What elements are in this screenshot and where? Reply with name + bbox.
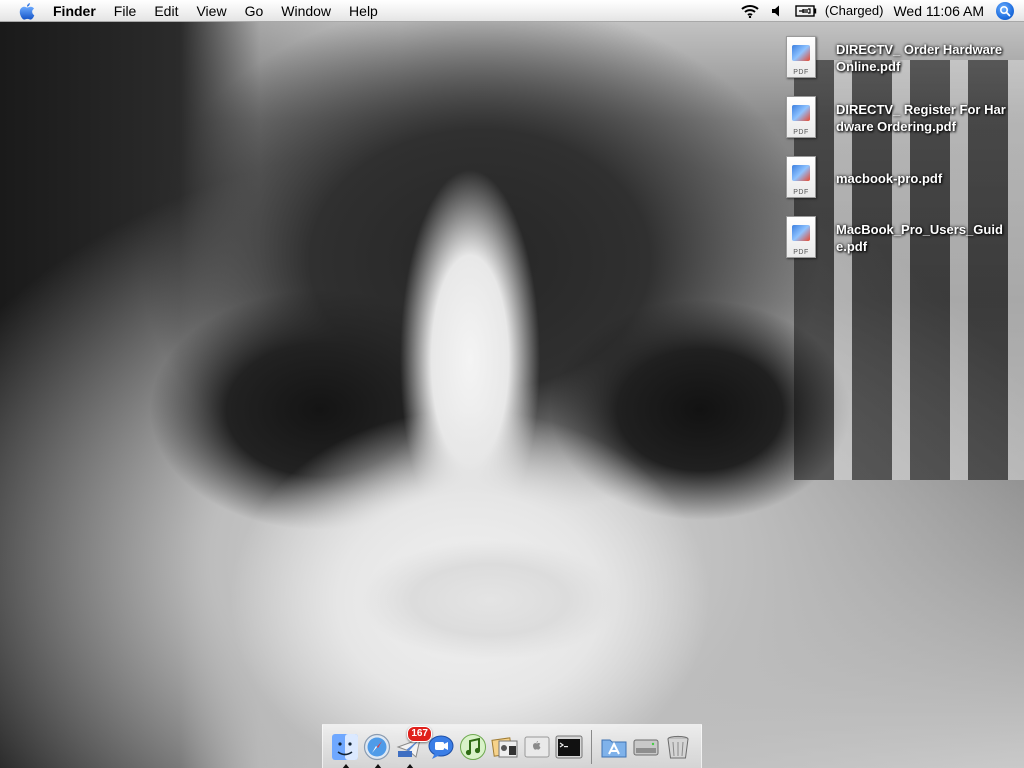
dock-bootcamp[interactable] [522, 730, 552, 764]
terminal-icon [555, 735, 583, 758]
menu-bar: Finder File Edit View Go Window Help (Ch… [0, 0, 1024, 22]
ichat-icon [428, 735, 454, 759]
file-type-label: PDF [793, 69, 809, 76]
dock: 167 [322, 724, 702, 768]
file-type-label: PDF [793, 189, 809, 196]
file-type-label: PDF [793, 249, 809, 256]
spotlight-icon[interactable] [996, 1, 1014, 20]
dock-itunes[interactable] [458, 730, 488, 764]
dock-terminal[interactable] [554, 730, 584, 764]
menu-file[interactable]: File [105, 0, 146, 22]
menu-help[interactable]: Help [340, 0, 387, 22]
dock-hard-drive[interactable] [631, 730, 661, 764]
dock-divider [591, 729, 592, 764]
pdf-file-icon: PDF [784, 96, 816, 140]
iphoto-icon [491, 736, 518, 757]
pdf-file-icon: PDF [784, 216, 816, 260]
pdf-file-icon: PDF [784, 156, 816, 200]
volume-icon[interactable] [771, 0, 783, 22]
menu-bar-status-area: (Charged) Wed 11:06 AM [735, 0, 1024, 22]
pdf-file-icon: PDF [784, 36, 816, 80]
dock-trash[interactable] [663, 730, 693, 764]
dock-safari[interactable] [362, 730, 392, 768]
dock-applications-folder[interactable] [599, 730, 629, 764]
menu-window[interactable]: Window [272, 0, 340, 22]
trash-icon [667, 735, 689, 758]
file-name: DIRECTV_ Register For Hardware Ordering.… [836, 102, 1006, 134]
menu-go[interactable]: Go [236, 0, 273, 22]
applications-folder-icon [601, 739, 627, 757]
wifi-icon[interactable] [741, 0, 759, 22]
file-name: macbook-pro.pdf [836, 170, 943, 186]
desktop-file-macbook-pro[interactable]: PDF macbook-pro.pdf [784, 152, 1016, 204]
dock-iphoto[interactable] [490, 730, 520, 764]
menu-clock[interactable]: Wed 11:06 AM [893, 3, 984, 19]
desktop-file-macbook-pro-users-guide[interactable]: PDF MacBook_Pro_Users_Guide.pdf [784, 212, 1016, 264]
file-name: DIRECTV_ Order Hardware Online.pdf [836, 42, 1003, 74]
battery-icon[interactable] [795, 0, 817, 22]
menu-app-finder[interactable]: Finder [44, 0, 105, 22]
running-indicator [374, 763, 382, 768]
battery-status-text: (Charged) [824, 3, 884, 18]
dock-finder[interactable] [330, 730, 360, 768]
menu-view[interactable]: View [187, 0, 235, 22]
file-name: MacBook_Pro_Users_Guide.pdf [836, 222, 1003, 254]
desktop-file-directv-order-hardware[interactable]: PDF DIRECTV_ Order Hardware Online.pdf [784, 32, 1016, 84]
itunes-icon [460, 733, 486, 760]
dock-ichat[interactable] [426, 730, 456, 764]
safari-icon [363, 733, 391, 760]
apple-menu-icon[interactable] [16, 0, 38, 22]
hard-drive-icon [633, 739, 659, 755]
finder-icon [332, 733, 358, 760]
running-indicator [406, 763, 414, 768]
desktop[interactable]: Finder File Edit View Go Window Help (Ch… [0, 0, 1024, 768]
running-indicator [342, 763, 350, 768]
file-type-label: PDF [793, 129, 809, 136]
dock-mail[interactable]: 167 [394, 725, 432, 768]
bootcamp-icon [524, 736, 550, 757]
menu-edit[interactable]: Edit [145, 0, 187, 22]
desktop-file-directv-register[interactable]: PDF DIRECTV_ Register For Hardware Order… [784, 92, 1016, 144]
